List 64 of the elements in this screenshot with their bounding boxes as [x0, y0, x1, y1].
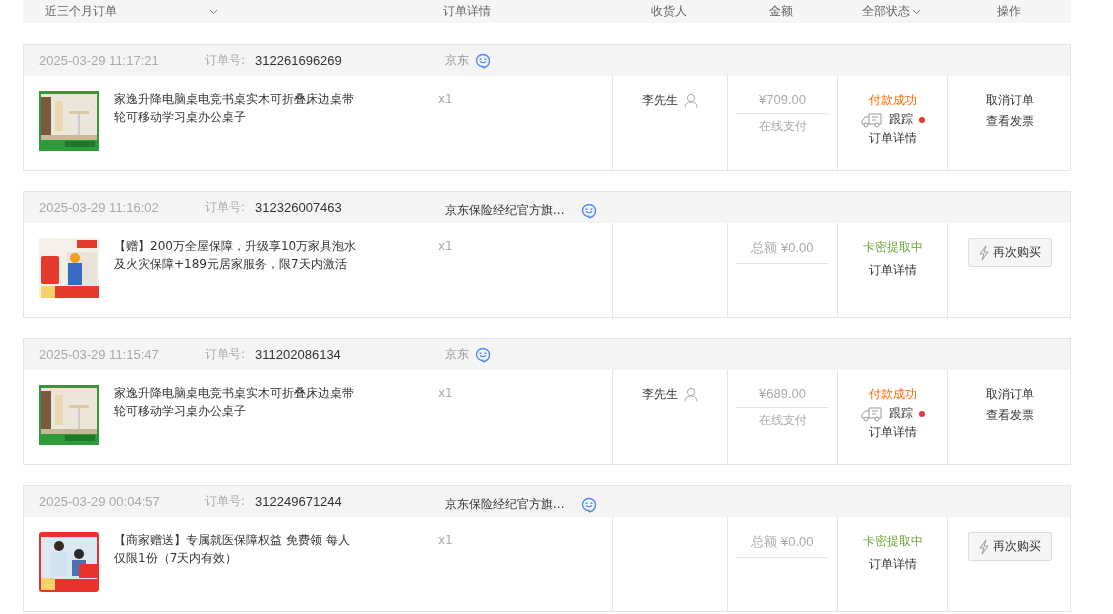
order-amount: 总额 ¥0.00 [736, 533, 829, 558]
shop-name[interactable]: 京东保险经纪官方旗... [445, 496, 565, 513]
order-details-link[interactable]: 订单详情 [868, 556, 917, 573]
order-action-link[interactable]: 取消订单 [985, 92, 1034, 109]
status-filter[interactable]: 全部状态 [861, 3, 910, 20]
order-time: 2025-03-29 11:15:47 [39, 347, 160, 362]
order-amount: 总额 ¥0.00 [736, 239, 829, 264]
track-link[interactable]: 跟踪 [888, 405, 913, 422]
track-link[interactable]: 跟踪 [888, 111, 913, 128]
person-icon [684, 387, 698, 402]
order-amount: ¥709.00 [736, 92, 829, 114]
order-status: 付款成功 [868, 92, 917, 109]
order-status: 卡密提取中 [862, 533, 923, 550]
payment-method: 在线支付 [758, 118, 807, 135]
order-action-link[interactable]: 查看发票 [985, 113, 1034, 130]
truck-icon [860, 405, 883, 422]
buy-again-button[interactable]: 再次购买 [967, 238, 1052, 267]
caret-icon [911, 8, 921, 15]
receiver-name: 李先生 [642, 386, 678, 403]
order-details-link[interactable]: 订单详情 [868, 130, 917, 147]
quantity: x1 [438, 92, 453, 108]
order-amount: ¥689.00 [736, 386, 829, 408]
lightning-icon [978, 538, 989, 555]
order-action-link[interactable]: 取消订单 [985, 386, 1034, 403]
order-status: 付款成功 [868, 386, 917, 403]
order-details-link[interactable]: 订单详情 [868, 262, 917, 279]
quantity: x1 [438, 533, 453, 549]
range-dropdown[interactable]: 近三个月订单 [45, 3, 117, 20]
quantity: x1 [438, 386, 453, 402]
order-number: 312326007463 [255, 200, 343, 215]
chat-icon[interactable] [580, 496, 597, 513]
product-title[interactable]: 【赠】200万全屋保障，升级享10万家具泡水及火灾保障+189元居家服务，限7天内激活 [114, 237, 359, 317]
order-details-link[interactable]: 订单详情 [868, 424, 917, 441]
chat-icon[interactable] [475, 52, 492, 69]
column-header: 金额 [768, 3, 794, 20]
product-title[interactable]: 【商家赠送】专属就医保障权益 免费领 每人仅限1份（7天内有效） [114, 531, 359, 611]
order-time: 2025-03-29 00:04:57 [39, 494, 161, 509]
buy-again-button[interactable]: 再次购买 [967, 532, 1052, 561]
order-status: 卡密提取中 [862, 239, 923, 256]
column-header: 订单详情 [443, 3, 491, 20]
chat-icon[interactable] [475, 346, 492, 363]
order-number: 312261696269 [255, 53, 343, 68]
order-number: 312249671244 [255, 494, 343, 509]
truck-icon [860, 111, 883, 128]
order-number-label: 订单号: [205, 199, 246, 216]
quantity: x1 [438, 239, 453, 255]
product-title[interactable]: 家逸升降电脑桌电竞书桌实木可折叠床边桌带轮可移动学习桌办公桌子 [114, 384, 359, 464]
receiver-name: 李先生 [642, 92, 678, 109]
order-number: 311202086134 [255, 347, 342, 362]
order-number-label: 订单号: [205, 493, 246, 510]
order-time: 2025-03-29 11:17:21 [39, 53, 160, 68]
chat-icon[interactable] [580, 202, 597, 219]
order-time: 2025-03-29 11:16:02 [39, 200, 160, 215]
payment-method: 在线支付 [758, 412, 807, 429]
lightning-icon [978, 244, 989, 261]
order-number-label: 订单号: [205, 52, 246, 69]
shop-name[interactable]: 京东保险经纪官方旗... [445, 202, 565, 219]
order-action-link[interactable]: 查看发票 [985, 407, 1034, 424]
column-header: 收货人 [649, 3, 688, 20]
product-title[interactable]: 家逸升降电脑桌电竞书桌实木可折叠床边桌带轮可移动学习桌办公桌子 [114, 90, 359, 170]
order-number-label: 订单号: [205, 346, 246, 363]
person-icon [684, 93, 698, 108]
caret-icon [209, 8, 218, 15]
column-header: 操作 [995, 3, 1022, 20]
